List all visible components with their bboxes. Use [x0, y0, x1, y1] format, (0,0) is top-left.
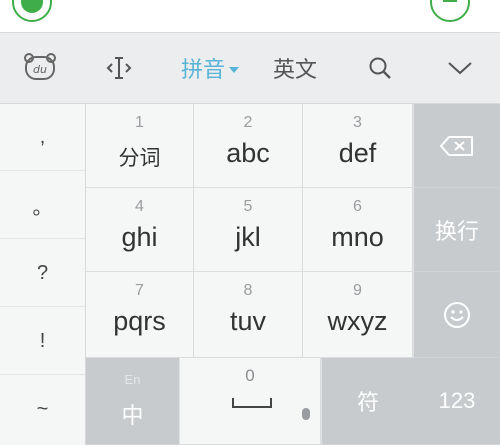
- tab-pinyin[interactable]: 拼音: [160, 33, 260, 103]
- backspace-button[interactable]: [414, 104, 500, 188]
- key-number: 6: [353, 198, 362, 215]
- du-logo-icon[interactable]: du: [0, 33, 80, 103]
- key-label: 分词: [118, 147, 161, 170]
- key-label: tuv: [229, 306, 267, 336]
- key-number: 3: [353, 114, 362, 131]
- key-number: 7: [135, 282, 144, 299]
- app-action-button-left[interactable]: [12, 0, 52, 22]
- key-label: def: [338, 138, 377, 168]
- key-number: 9: [353, 282, 362, 299]
- smiley-icon: [444, 301, 470, 328]
- key-number: 8: [243, 282, 253, 299]
- emoji-button[interactable]: [414, 272, 500, 358]
- tab-english-label: 英文: [272, 57, 317, 82]
- language-switch-button[interactable]: En 中: [86, 358, 179, 445]
- key-5-jkl[interactable]: 5 jkl: [194, 188, 303, 272]
- key-8-tuv[interactable]: 8 tuv: [194, 272, 303, 358]
- key-1-fenci[interactable]: 1 分词: [86, 104, 194, 188]
- tab-english[interactable]: 英文: [250, 33, 340, 103]
- tab-pinyin-label: 拼音: [180, 57, 225, 82]
- app-action-button-right[interactable]: [430, 0, 470, 22]
- keyboard-toolbar: du 拼音 英文: [0, 33, 500, 104]
- key-9-wxyz[interactable]: 9 wxyz: [303, 272, 413, 358]
- symbols-label: 符: [356, 390, 379, 415]
- key-number: 2: [243, 114, 253, 131]
- svg-text:du: du: [33, 63, 47, 76]
- cursor-icon[interactable]: [80, 33, 158, 103]
- key-2-abc[interactable]: 2 abc: [194, 104, 303, 188]
- key-number: 1: [135, 114, 144, 131]
- key-number: 4: [135, 198, 144, 215]
- key-4-ghi[interactable]: 4 ghi: [86, 188, 194, 272]
- numbers-label: 123: [438, 388, 476, 413]
- key-label: wxyz: [327, 306, 388, 336]
- symbols-button[interactable]: 符: [322, 358, 414, 445]
- microphone-icon: [302, 408, 310, 420]
- search-icon[interactable]: [345, 33, 415, 103]
- key-number: 5: [243, 198, 253, 215]
- enter-label: 换行: [434, 218, 479, 244]
- symbol-key-comma[interactable]: ,: [0, 104, 85, 171]
- key-7-pqrs[interactable]: 7 pqrs: [86, 272, 194, 358]
- space-number: 0: [245, 366, 255, 385]
- key-label: ghi: [121, 222, 158, 252]
- symbol-key-period[interactable]: 。: [0, 172, 85, 239]
- key-label: pqrs: [113, 306, 166, 336]
- symbol-key-question[interactable]: ?: [0, 240, 85, 307]
- keyboard: , 。 ? ! ~ 1 分词 2 abc 3 def 4 ghi 5 jkl 6…: [0, 104, 500, 445]
- space-icon: [232, 398, 272, 408]
- lang-primary-label: 中: [121, 403, 144, 428]
- key-3-def[interactable]: 3 def: [303, 104, 413, 188]
- symbol-key-tilde[interactable]: ~: [0, 376, 85, 443]
- app-top-bar: [0, 0, 500, 33]
- symbol-key-exclamation[interactable]: !: [0, 308, 85, 375]
- key-6-mno[interactable]: 6 mno: [303, 188, 413, 272]
- chevron-down-icon[interactable]: [425, 33, 495, 103]
- key-label: abc: [226, 138, 270, 168]
- numbers-button[interactable]: 123: [414, 358, 500, 445]
- space-button[interactable]: 0: [180, 358, 321, 445]
- lang-secondary-label: En: [124, 372, 141, 387]
- dropdown-triangle-icon: [229, 67, 239, 73]
- backspace-icon: [440, 135, 473, 156]
- symbol-column[interactable]: , 。 ? ! ~: [0, 104, 86, 445]
- enter-button[interactable]: 换行: [414, 188, 500, 272]
- key-label: mno: [331, 222, 384, 252]
- key-label: jkl: [235, 222, 261, 252]
